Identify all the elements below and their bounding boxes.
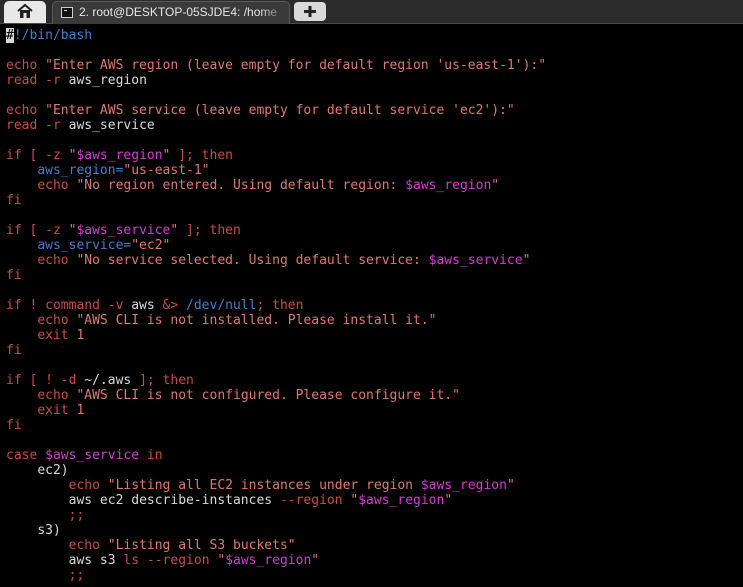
code-line-12: fi	[6, 193, 22, 208]
tab-terminal-session[interactable]: 2. root@DESKTOP-05SJDE4: /home	[52, 1, 290, 24]
code-line-30: ec2)	[37, 463, 69, 478]
home-button[interactable]	[4, 1, 46, 23]
code-line-25: echo "AWS CLI is not configured. Please …	[37, 388, 460, 403]
code-line-7: read -r aws_service	[6, 118, 155, 133]
terminal-icon	[61, 7, 73, 18]
code-line-6: echo "Enter AWS service (leave empty for…	[6, 103, 515, 118]
code-line-20: echo "AWS CLI is not installed. Please i…	[37, 313, 437, 328]
code-line-3: echo "Enter AWS region (leave empty for …	[6, 58, 547, 73]
code-line-35: echo "Listing all S3 buckets"	[68, 538, 296, 553]
code-line-37: ;;	[68, 568, 85, 583]
code-line-15: aws_service="ec2"	[37, 238, 171, 253]
home-icon	[17, 3, 33, 18]
text-cursor: #	[6, 28, 14, 43]
code-line-27: fi	[6, 418, 22, 433]
code-line-22: fi	[6, 343, 22, 358]
code-line-14: if [ -z "$aws_service" ]; then	[6, 223, 241, 238]
code-line-4: read -r aws_region	[6, 73, 147, 88]
code-line-17: fi	[6, 268, 22, 283]
code-line-31: echo "Listing all EC2 instances under re…	[68, 478, 515, 493]
code-line-36: aws s3 ls --region "$aws_region"	[68, 553, 320, 568]
tab-bar: 2. root@DESKTOP-05SJDE4: /home	[0, 0, 743, 24]
code-line-16: echo "No service selected. Using default…	[37, 253, 531, 268]
code-line-10: aws_region="us-east-1"	[37, 163, 210, 178]
code-line-26: exit 1	[37, 403, 85, 418]
code-line-33: ;;	[68, 508, 85, 523]
new-tab-button[interactable]	[294, 2, 326, 21]
code-line-29: case $aws_service in	[6, 448, 163, 463]
tab-title: 2. root@DESKTOP-05SJDE4: /home	[79, 5, 278, 19]
plus-icon	[304, 6, 316, 17]
code-line-34: s3)	[37, 523, 61, 538]
code-line-1: #!/bin/bash	[6, 28, 93, 43]
code-line-19: if ! command -v aws &> /dev/null; then	[6, 298, 304, 313]
code-line-21: exit 1	[37, 328, 85, 343]
terminal-area[interactable]: #!/bin/bash echo "Enter AWS region (leav…	[0, 25, 743, 587]
code-line-9: if [ -z "$aws_region" ]; then	[6, 148, 233, 163]
code-line-32: aws ec2 describe-instances --region "$aw…	[68, 493, 453, 508]
code-line-11: echo "No region entered. Using default r…	[37, 178, 500, 193]
code-line-24: if [ ! -d ~/.aws ]; then	[6, 373, 194, 388]
